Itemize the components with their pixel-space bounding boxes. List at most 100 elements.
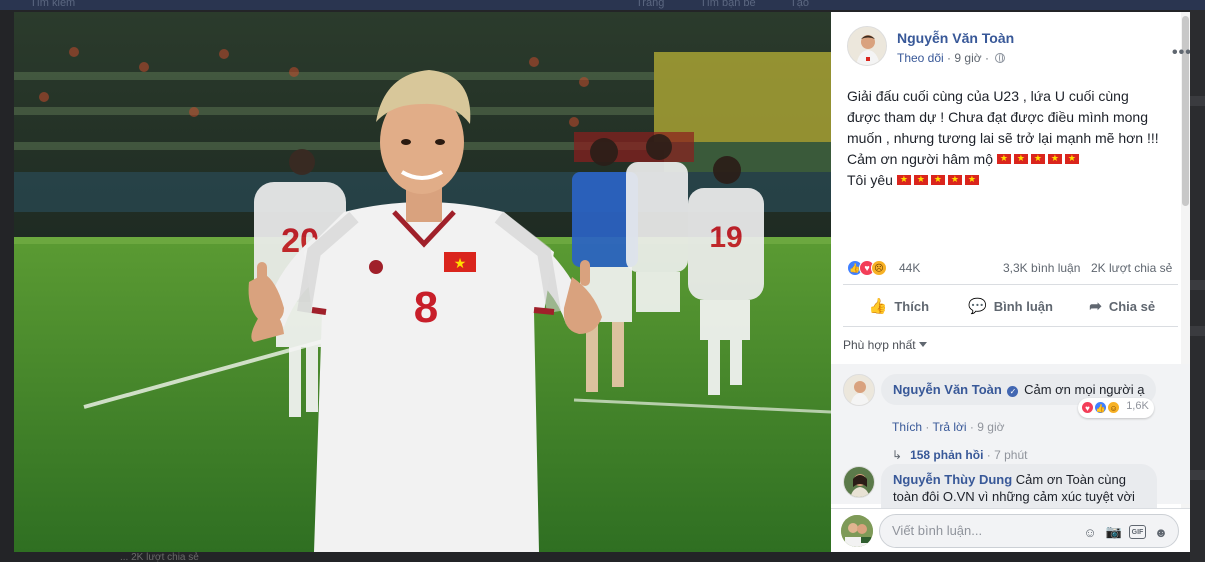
comment-like-link[interactable]: Thích (892, 420, 922, 434)
haha-reaction-icon: ☺ (1107, 401, 1121, 414)
composer-tools: ☺ 📷 GIF ☻ (1081, 523, 1170, 541)
vietnam-flag-emojis (996, 151, 1082, 167)
comment-reply-link[interactable]: Trả lời (932, 420, 966, 434)
vietnam-flag-icon (996, 151, 1011, 165)
comments-list: Nguyễn Văn Toàn ✓ Cảm ơn mọi người ạ ♥ 👍… (831, 364, 1190, 510)
meta-separator: · (984, 51, 989, 65)
verified-badge-icon: ✓ (1007, 386, 1019, 397)
sticker-icon[interactable]: ☻ (1152, 523, 1170, 541)
post-text-line: được tham dự ! Chưa đạt được điều mình m… (847, 109, 1148, 125)
share-arrow-icon: ➦ (1089, 298, 1102, 315)
follow-button[interactable]: Theo dõi (897, 51, 944, 65)
dot-separator: · (969, 420, 974, 434)
gif-icon[interactable]: GIF (1129, 525, 1146, 539)
comment-reaction-count: 1,6K (1126, 400, 1149, 412)
commenter-avatar[interactable] (843, 466, 875, 498)
vietnam-flag-icon (1064, 151, 1079, 165)
commenter-name[interactable]: Nguyễn Văn Toàn (893, 382, 1002, 397)
comment-actions: Thích · Trả lời · 9 giờ (892, 420, 1004, 434)
love-reaction-icon: ♥ (1081, 401, 1094, 414)
comment-text: Cảm ơn mọi người ạ (1024, 382, 1145, 397)
dot-separator: · (986, 448, 991, 462)
comment-time[interactable]: 9 giờ (977, 420, 1004, 434)
comment-text: Cảm ơn Toàn cùng (1015, 472, 1126, 487)
bg-item (1190, 280, 1205, 290)
bg-item (1190, 326, 1205, 336)
post-text-line-4: Cảm ơn người hâm mộ (847, 149, 1182, 170)
globe-icon (995, 53, 1006, 63)
divider (843, 284, 1178, 285)
comment-reactions[interactable]: ♥ 👍 ☺ 1,6K (1078, 398, 1154, 418)
view-replies-link[interactable]: ↳ 158 phản hồi · 7 phút (892, 448, 1027, 462)
vietnam-flag-emojis (896, 172, 982, 188)
nav-item-page[interactable]: Trang (636, 0, 664, 9)
comment-count[interactable]: 3,3K bình luận (1003, 261, 1080, 275)
vietnam-flag-icon (896, 172, 911, 186)
post-text-fragment: Tôi yêu (847, 172, 893, 188)
bg-item (1190, 96, 1205, 106)
bg-item (1190, 470, 1205, 480)
comment-bubble: Nguyễn Thùy Dung Cảm ơn Toàn cùng toàn đ… (881, 464, 1157, 510)
post-time[interactable]: 9 giờ (954, 51, 981, 65)
post-author-name[interactable]: Nguyễn Văn Toàn (897, 30, 1014, 46)
comment-text: toàn đôi O.VN vì những cảm xúc tuyệt vời (893, 489, 1135, 504)
reaction-count[interactable]: 44K (899, 261, 920, 275)
commenter-name[interactable]: Nguyễn Thùy Dung (893, 472, 1012, 487)
like-button[interactable]: 👍 Thích (843, 290, 955, 322)
post-meta: Theo dõi · 9 giờ · (897, 51, 1006, 65)
post-header: Nguyễn Văn Toàn Theo dõi · 9 giờ · ••• (847, 26, 1190, 70)
football-player-photo: 20 19 ★ 8 (14, 12, 831, 552)
divider (843, 326, 1178, 327)
vietnam-flag-icon (964, 172, 979, 186)
current-user-avatar (841, 515, 873, 547)
main-player-number: 8 (414, 283, 438, 332)
emoji-icon[interactable]: ☺ (1081, 523, 1099, 541)
commenter-avatar[interactable] (843, 374, 875, 406)
reply-arrow-icon: ↳ (892, 448, 903, 462)
post-photo[interactable]: 20 19 ★ 8 (14, 12, 831, 552)
post-text: Giải đấu cuối cùng của U23 , lứa U cuối … (847, 86, 1182, 191)
comment-bubble-icon: 💬 (968, 298, 987, 315)
right-player-number: 19 (709, 221, 742, 254)
post-stats: 👍 ♥ ☹ 44K 3,3K bình luận 2K lượt chia sẻ (847, 258, 1177, 278)
post-text-line: Giải đấu cuối cùng của U23 , lứa U cuối … (847, 88, 1129, 104)
vietnam-flag-icon (1013, 151, 1028, 165)
vietnam-flag-icon (1030, 151, 1045, 165)
chevron-down-icon (918, 342, 927, 347)
sad-reaction-icon[interactable]: ☹ (871, 260, 887, 276)
share-button[interactable]: ➦ Chia sẻ (1066, 290, 1178, 322)
share-count[interactable]: 2K lượt chia sẻ (1091, 261, 1172, 275)
background-right-column (1190, 10, 1205, 562)
comment-button-label: Bình luận (993, 298, 1053, 314)
background-bottom-text: ... 2K lượt chia sẻ (120, 552, 199, 562)
post-text-fragment: Cảm ơn người hâm mộ (847, 151, 994, 167)
author-avatar[interactable] (847, 26, 887, 66)
comment-button[interactable]: 💬 Bình luận (955, 290, 1067, 322)
vietnam-flag-icon (930, 172, 945, 186)
nav-item-find-friends[interactable]: Tìm bạn bè (700, 0, 756, 9)
vietnam-flag-icon (913, 172, 928, 186)
post-text-line-5: Tôi yêu (847, 170, 1182, 191)
svg-text:★: ★ (454, 255, 467, 271)
nav-item-create[interactable]: Tạo (790, 0, 809, 9)
search-placeholder-ghost: Tìm kiếm (30, 0, 76, 9)
dot-separator: · (925, 420, 930, 434)
post-side-panel: Nguyễn Văn Toàn Theo dõi · 9 giờ · ••• G… (831, 12, 1190, 552)
thumbs-up-icon: 👍 (868, 298, 888, 315)
sort-label: Phù hợp nhất (843, 338, 916, 352)
share-button-label: Chia sẻ (1108, 298, 1156, 314)
post-text-line: muốn , nhưng tương lai sẽ trở lại mạnh m… (847, 130, 1159, 146)
post-actions: 👍 Thích 💬 Bình luận ➦ Chia sẻ (843, 290, 1178, 322)
camera-icon[interactable]: 📷 (1105, 523, 1123, 541)
comment-composer: ☺ 📷 GIF ☻ (831, 508, 1190, 552)
like-reaction-icon: 👍 (1094, 401, 1108, 414)
replies-count: 158 phản hồi (910, 448, 984, 462)
more-options-icon[interactable]: ••• (1172, 44, 1190, 62)
comment-input[interactable] (892, 523, 1072, 538)
meta-separator: · (947, 51, 952, 65)
vietnam-flag-icon (947, 172, 962, 186)
vietnam-flag-icon (1047, 151, 1062, 165)
like-button-label: Thích (894, 298, 930, 314)
comment-sort-dropdown[interactable]: Phù hợp nhất (843, 338, 927, 352)
top-nav-bar: Tìm kiếm Trang Tìm bạn bè Tạo (0, 0, 1205, 10)
